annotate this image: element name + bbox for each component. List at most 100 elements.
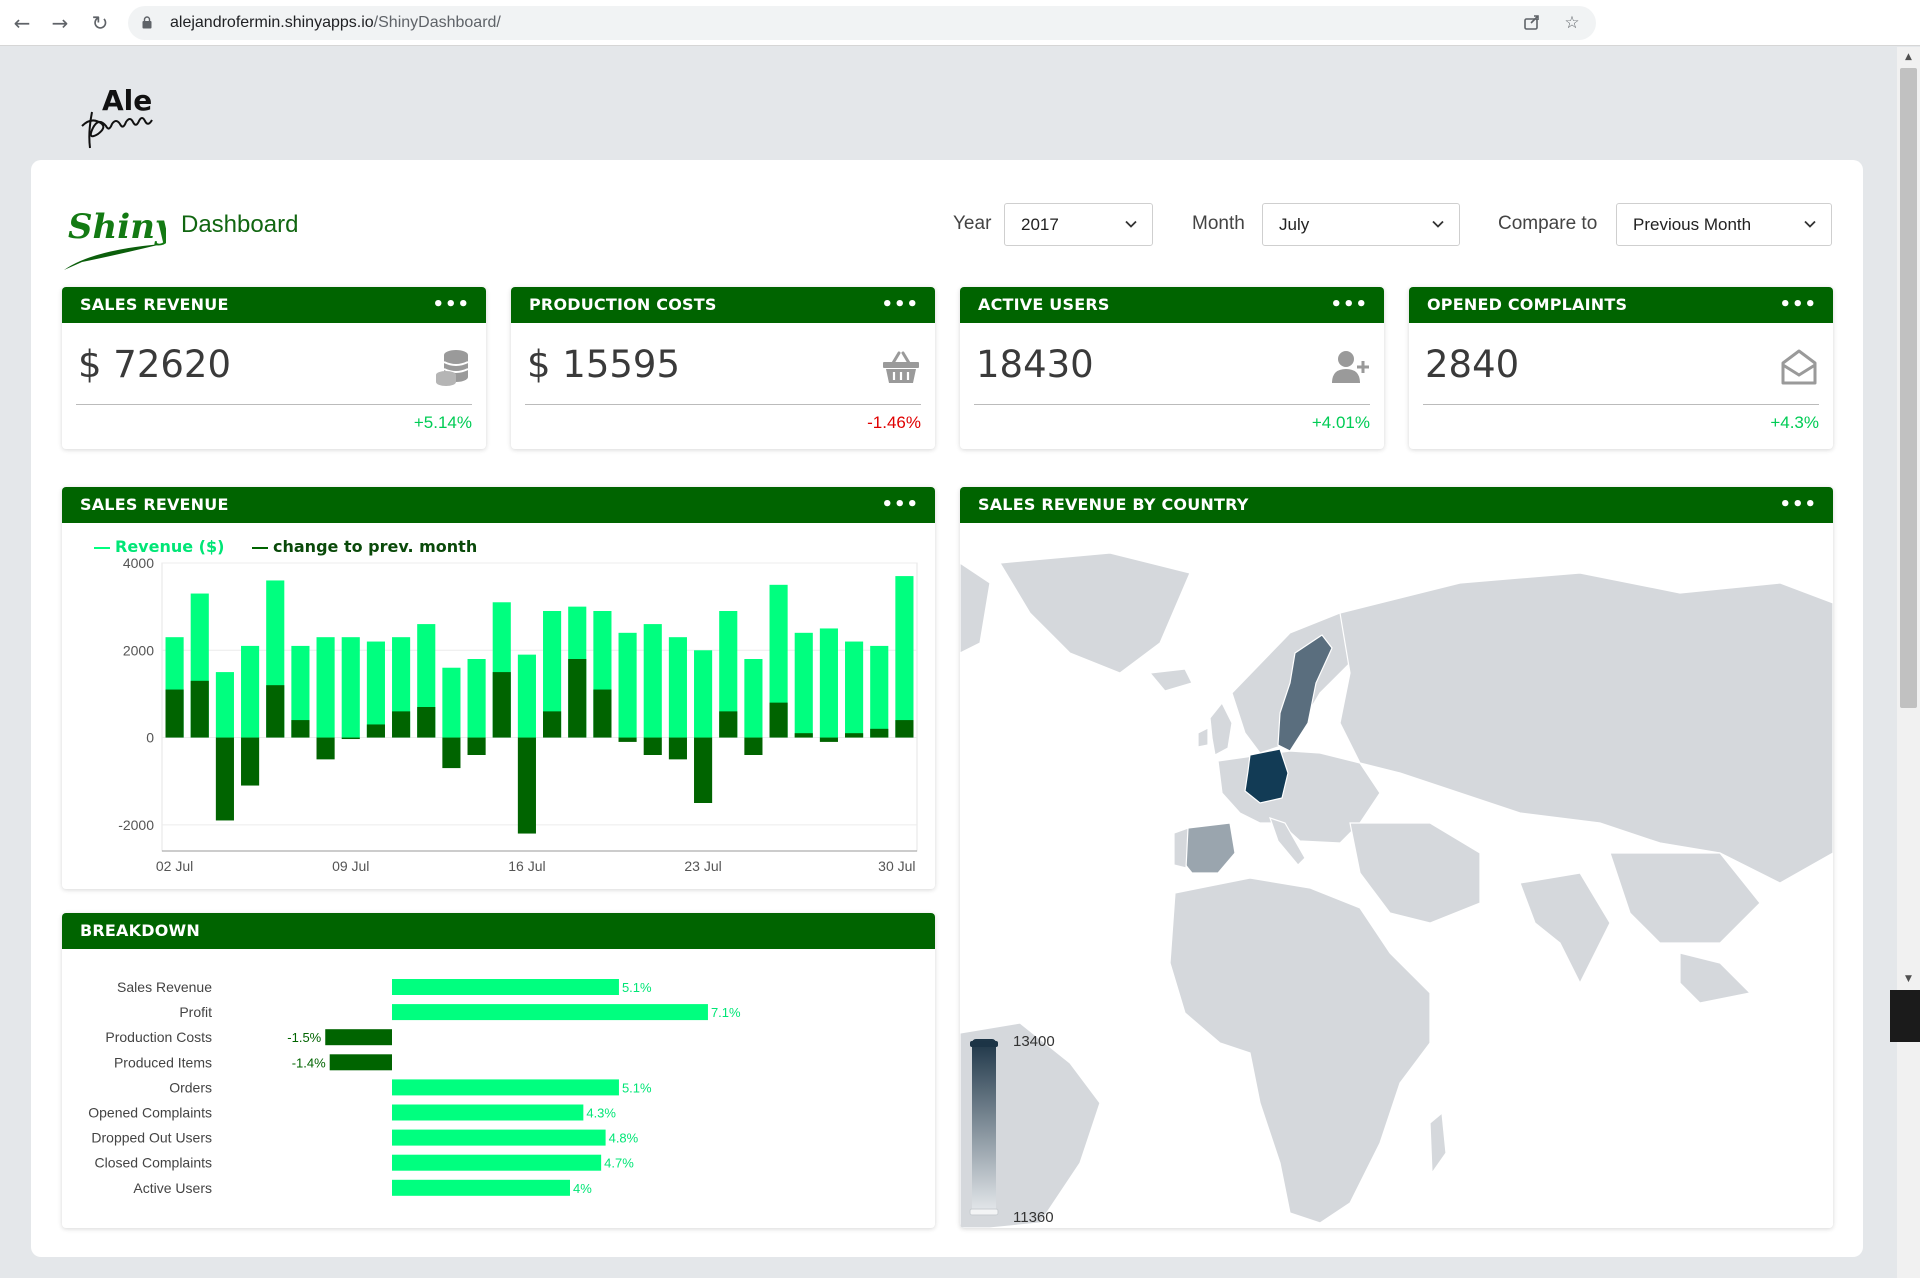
reload-icon[interactable]: ↻: [86, 9, 114, 37]
kpi-change: +4.3%: [1770, 413, 1819, 432]
revenue-bar: [794, 632, 813, 738]
revenue-bar: [895, 576, 914, 738]
kpi-title: PRODUCTION COSTS: [529, 295, 717, 314]
kpi-header: OPENED COMPLAINTS •••: [1409, 287, 1833, 323]
x-tick-label: 30 Jul: [878, 858, 915, 874]
kpi-title: OPENED COMPLAINTS: [1427, 295, 1628, 314]
change-bar: [165, 689, 184, 738]
year-select-value: 2017: [1021, 215, 1059, 234]
value-label: 5.1%: [622, 1080, 652, 1095]
change-bar: [668, 737, 687, 760]
compare-to-select[interactable]: Previous Month: [1616, 203, 1832, 246]
kpi-header: ACTIVE USERS •••: [960, 287, 1384, 323]
url-text[interactable]: alejandrofermin.shinyapps.io/ShinyDashbo…: [170, 14, 501, 32]
sales-revenue-chart: 4000 2000 0 -2000 02 Jul 09 Jul 16 Jul 23 Jul 30…: [118, 555, 918, 874]
change-bar: [291, 720, 310, 738]
forward-arrow-icon[interactable]: →: [46, 9, 74, 37]
month-label: Month: [1192, 213, 1245, 234]
change-bar: [417, 707, 436, 738]
kpi-title: SALES REVENUE: [80, 295, 229, 314]
change-bar: [266, 685, 285, 738]
kpi-divider: [1423, 404, 1819, 405]
breakdown-bar: [392, 979, 619, 995]
svg-text:Shiny: Shiny: [68, 207, 166, 247]
kpi-card-opened-complaints: OPENED COMPLAINTS ••• 2840 +4.3%: [1409, 287, 1833, 449]
value-label: 4.7%: [604, 1156, 634, 1171]
kpi-title: ACTIVE USERS: [978, 295, 1110, 314]
x-tick-label: 23 Jul: [684, 858, 721, 874]
change-bar: [467, 737, 486, 755]
breakdown-bar: [392, 1079, 619, 1096]
month-select-value: July: [1279, 215, 1310, 234]
browser-toolbar: ← → ↻ alejandrofermin.shinyapps.io/Shiny…: [0, 0, 1920, 46]
scale-min-label: 11360: [1013, 1209, 1054, 1226]
change-bar: [845, 733, 864, 738]
kpi-header: PRODUCTION COSTS •••: [511, 287, 935, 323]
more-options-icon[interactable]: •••: [1779, 287, 1817, 323]
panel-title: SALES REVENUE BY COUNTRY: [978, 495, 1249, 514]
y-tick-label: 2000: [123, 642, 154, 658]
change-bar: [794, 733, 813, 738]
category-label: Sales Revenue: [117, 979, 212, 995]
change-bar: [215, 737, 234, 821]
more-options-icon[interactable]: •••: [881, 487, 919, 523]
change-bar: [744, 737, 763, 755]
value-label: 4.3%: [586, 1106, 616, 1121]
more-options-icon[interactable]: •••: [432, 287, 470, 323]
kpi-value: 2840: [1425, 343, 1520, 386]
coins-icon: [436, 350, 469, 386]
category-label: Active Users: [133, 1180, 212, 1196]
category-label: Orders: [169, 1079, 212, 1095]
lock-icon: [142, 16, 152, 29]
breakdown-bar: [325, 1029, 392, 1046]
address-bar[interactable]: alejandrofermin.shinyapps.io/ShinyDashbo…: [128, 6, 1596, 40]
dark-overlay-block: [1890, 990, 1920, 1042]
change-bar: [190, 680, 209, 738]
envelope-open-icon: [1781, 349, 1817, 385]
world-map[interactable]: [960, 523, 1833, 1228]
scroll-thumb[interactable]: [1900, 68, 1917, 708]
more-options-icon[interactable]: •••: [881, 287, 919, 323]
breakdown-bar: [392, 1179, 570, 1196]
revenue-bar: [668, 637, 687, 738]
more-options-icon[interactable]: •••: [1779, 487, 1817, 523]
change-bar: [568, 659, 587, 738]
x-tick-label: 16 Jul: [508, 858, 545, 874]
month-select[interactable]: July: [1262, 203, 1460, 246]
change-bar: [819, 737, 838, 742]
share-icon[interactable]: [1522, 13, 1542, 33]
revenue-bar: [316, 637, 335, 738]
value-label: 4%: [573, 1181, 592, 1196]
y-tick-label: 4000: [123, 555, 154, 571]
back-arrow-icon[interactable]: ←: [8, 9, 36, 37]
panel-header: BREAKDOWN: [62, 913, 935, 949]
svg-text:Ale: Ale: [102, 84, 152, 117]
breakdown-bar: [392, 1004, 708, 1021]
category-label: Opened Complaints: [88, 1105, 212, 1121]
chevron-down-icon: [1804, 220, 1816, 228]
change-bar: [895, 720, 914, 738]
compare-to-label: Compare to: [1498, 213, 1598, 234]
x-tick-label: 09 Jul: [332, 858, 369, 874]
bookmark-star-icon[interactable]: ☆: [1562, 13, 1582, 33]
sales-revenue-panel: SALES REVENUE ••• Revenue ($) change to p…: [62, 487, 935, 889]
revenue-bar: [241, 645, 260, 738]
chevron-down-icon: [1432, 220, 1444, 228]
breakdown-bar: [392, 1154, 602, 1171]
dashboard-title: Dashboard: [181, 211, 299, 238]
revenue-bar: [819, 628, 838, 738]
change-bar: [366, 724, 385, 738]
change-bar: [241, 737, 260, 786]
more-options-icon[interactable]: •••: [1330, 287, 1368, 323]
scroll-up-arrow-icon[interactable]: ▲: [1900, 50, 1917, 64]
scroll-down-arrow-icon[interactable]: ▼: [1900, 972, 1917, 986]
change-bar: [643, 737, 662, 755]
shiny-logo: Shiny: [64, 207, 166, 270]
kpi-change: +5.14%: [413, 413, 472, 432]
category-label: Closed Complaints: [95, 1155, 213, 1171]
value-label: 7.1%: [711, 1005, 741, 1020]
year-label: Year: [953, 213, 992, 234]
year-select[interactable]: 2017: [1004, 203, 1153, 246]
panel-header: SALES REVENUE •••: [62, 487, 935, 523]
kpi-change: -1.46%: [867, 413, 921, 432]
